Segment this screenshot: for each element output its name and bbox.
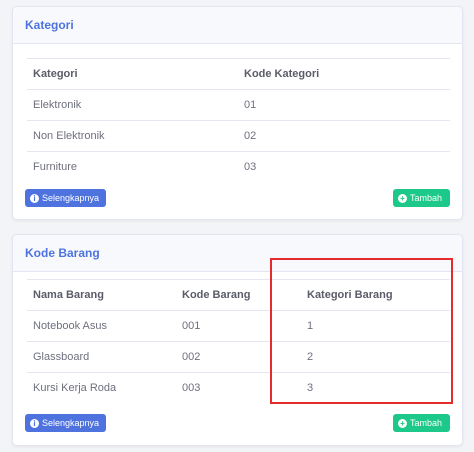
card-title: Kategori: [25, 18, 74, 32]
table-row: Furniture 03: [27, 152, 450, 183]
table-cell: 02: [238, 120, 450, 152]
table-cell: 03: [244, 161, 257, 173]
table-row: Notebook Asus 001 1: [27, 310, 450, 342]
table-row: Elektronik 01: [27, 89, 450, 121]
table-cell: 1: [301, 310, 450, 342]
selengkapnya-button[interactable]: i Selengkapnya: [25, 414, 106, 432]
table-cell: Elektronik: [27, 89, 238, 121]
button-label: Selengkapnya: [42, 193, 100, 203]
table-cell: 2: [301, 341, 450, 373]
table-cell: Furniture: [33, 161, 78, 173]
table-cell: Kursi Kerja Roda: [33, 382, 117, 394]
table-cell: Notebook Asus: [27, 310, 176, 342]
table-row: Non Elektronik 02: [27, 120, 450, 152]
column-header-kode-kategori: Kode Kategori: [238, 58, 450, 90]
plus-circle-icon: +: [398, 418, 407, 428]
table-cell: Glassboard: [27, 341, 176, 373]
tambah-button[interactable]: + Tambah: [393, 189, 450, 207]
kategori-table: Kategori Kode Kategori Elektronik 01 Non…: [27, 58, 450, 182]
table-cell: 001: [176, 310, 301, 342]
table-cell: 003: [182, 382, 201, 394]
table-header-row: Nama Barang Kode Barang Kategori Barang: [27, 279, 450, 311]
card-header: Kode Barang: [13, 235, 462, 272]
column-header-nama-barang: Nama Barang: [27, 279, 176, 311]
table-cell: 01: [238, 89, 450, 121]
info-circle-icon: i: [30, 193, 39, 203]
column-header-kode-barang: Kode Barang: [176, 279, 301, 311]
button-label: Selengkapnya: [42, 418, 100, 428]
table-cell: 3: [307, 382, 314, 394]
kategori-card: Kategori Kategori Kode Kategori Elektron…: [12, 6, 463, 220]
info-circle-icon: i: [30, 418, 39, 428]
table-row: Kursi Kerja Roda 003 3: [27, 373, 450, 404]
table-cell: 002: [176, 341, 301, 373]
card-header: Kategori: [13, 7, 462, 44]
card-title: Kode Barang: [25, 246, 100, 260]
table-header-row: Kategori Kode Kategori: [27, 58, 450, 90]
table-cell: Non Elektronik: [27, 120, 238, 152]
kode-barang-table: Nama Barang Kode Barang Kategori Barang …: [27, 279, 450, 403]
column-header-kategori-barang: Kategori Barang: [301, 279, 450, 311]
button-label: Tambah: [410, 418, 443, 428]
tambah-button[interactable]: + Tambah: [393, 414, 450, 432]
button-label: Tambah: [410, 193, 443, 203]
kode-barang-card: Kode Barang Nama Barang Kode Barang Kate…: [12, 234, 463, 446]
column-header-kategori: Kategori: [27, 58, 238, 90]
selengkapnya-button[interactable]: i Selengkapnya: [25, 189, 106, 207]
table-row: Glassboard 002 2: [27, 341, 450, 373]
plus-circle-icon: +: [398, 193, 407, 203]
